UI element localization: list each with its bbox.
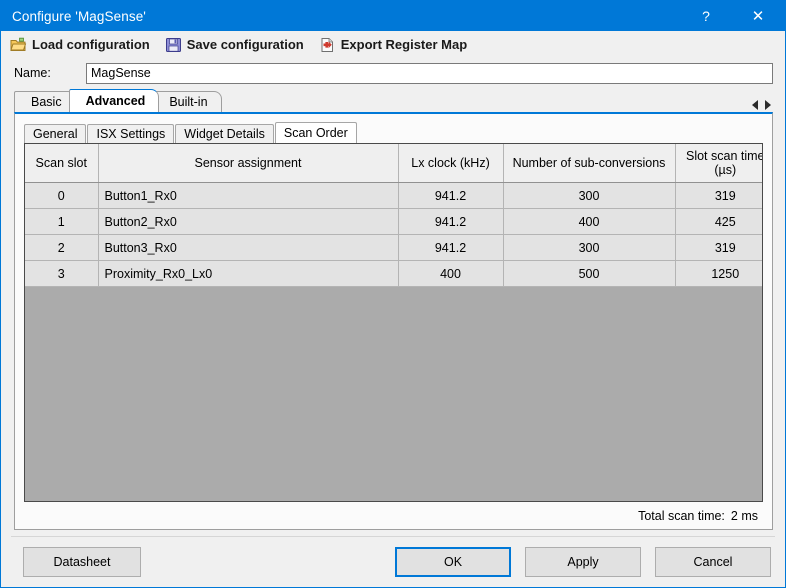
cell-slot-scan-time: 425 [675, 208, 762, 235]
column-header-sensor-assignment[interactable]: Sensor assignment [98, 144, 399, 183]
name-row: Name: [1, 58, 785, 88]
dialog-action-buttons: OK Apply Cancel [395, 547, 771, 577]
configure-dialog-window: Configure 'MagSense' ? ✕ Load configurat… [0, 0, 786, 588]
load-configuration-button[interactable]: Load configuration [10, 34, 150, 56]
cell-sub-conversions: 400 [503, 208, 676, 235]
close-icon[interactable]: ✕ [735, 1, 781, 31]
tab-general-label: General [33, 127, 78, 141]
ok-button[interactable]: OK [395, 547, 511, 577]
dialog-button-bar: Datasheet OK Apply Cancel [1, 537, 785, 587]
table-header-row: Scan slot Sensor assignment Lx clock (kH… [25, 144, 763, 183]
tab-scan-order[interactable]: Scan Order [274, 122, 357, 143]
cell-scan-slot: 0 [25, 182, 99, 209]
cell-scan-slot: 1 [25, 208, 99, 235]
tab-widget-details[interactable]: Widget Details [175, 124, 274, 143]
tab-scroll-left-icon[interactable] [752, 100, 758, 110]
slot-scan-time-line1: Slot scan time [685, 148, 763, 163]
save-configuration-button[interactable]: Save configuration [165, 34, 304, 56]
outer-tab-strip: Basic Advanced Built-in [14, 89, 773, 112]
slot-scan-time-line2: (µs) [714, 163, 737, 177]
floppy-disk-icon [165, 37, 182, 53]
tab-advanced[interactable]: Advanced [68, 89, 160, 112]
help-icon[interactable]: ? [683, 1, 729, 31]
tab-widget-details-label: Widget Details [184, 127, 265, 141]
tab-basic[interactable]: Basic [14, 91, 76, 112]
table-row[interactable]: 3 Proximity_Rx0_Lx0 400 500 1250 [25, 260, 762, 287]
open-folder-icon [10, 37, 27, 53]
table-row[interactable]: 2 Button3_Rx0 941.2 300 319 [25, 234, 762, 261]
tab-scroll-controls [752, 100, 771, 110]
cell-slot-scan-time: 319 [675, 182, 762, 209]
cell-sensor-assignment[interactable]: Button1_Rx0 [98, 182, 399, 209]
cell-slot-scan-time: 319 [675, 234, 762, 261]
column-header-sub-conversions[interactable]: Number of sub-conversions [503, 144, 676, 183]
cell-lx-clock: 941.2 [398, 182, 504, 209]
apply-button[interactable]: Apply [525, 547, 641, 577]
name-label: Name: [14, 66, 51, 80]
cell-lx-clock: 400 [398, 260, 504, 287]
cell-sub-conversions: 300 [503, 182, 676, 209]
cell-sensor-assignment[interactable]: Button3_Rx0 [98, 234, 399, 261]
load-configuration-label: Load configuration [32, 37, 150, 52]
cancel-button[interactable]: Cancel [655, 547, 771, 577]
save-configuration-label: Save configuration [186, 37, 304, 52]
tab-built-in-label: Built-in [169, 95, 208, 109]
column-header-slot-scan-time[interactable]: Slot scan time (µs) [675, 144, 763, 183]
table-row[interactable]: 0 Button1_Rx0 941.2 300 319 [25, 182, 762, 209]
export-register-map-button[interactable]: Export Register Map [319, 34, 467, 56]
datasheet-button[interactable]: Datasheet [23, 547, 141, 577]
cell-sub-conversions: 500 [503, 260, 676, 287]
tab-basic-label: Basic [31, 95, 62, 109]
scan-order-table[interactable]: Scan slot Sensor assignment Lx clock (kH… [24, 143, 763, 502]
cell-sub-conversions: 300 [503, 234, 676, 261]
column-header-lx-clock[interactable]: Lx clock (kHz) [398, 144, 504, 183]
tab-general[interactable]: General [24, 124, 87, 143]
cell-sensor-assignment[interactable]: Button2_Rx0 [98, 208, 399, 235]
column-header-scan-slot[interactable]: Scan slot [25, 144, 99, 183]
window-title: Configure 'MagSense' [12, 8, 146, 24]
tab-isx-settings[interactable]: ISX Settings [87, 124, 175, 143]
total-scan-time-value: 2 ms [730, 508, 758, 523]
cell-lx-clock: 941.2 [398, 208, 504, 235]
table-empty-area [25, 287, 762, 501]
cell-lx-clock: 941.2 [398, 234, 504, 261]
total-scan-time-row: Total scan time: 2 ms [15, 502, 772, 529]
table-body: 0 Button1_Rx0 941.2 300 319 1 Button2_Rx… [25, 182, 762, 287]
inner-tab-strip: General ISX Settings Widget Details Scan… [15, 114, 772, 143]
tab-scroll-right-icon[interactable] [765, 100, 771, 110]
name-input[interactable] [86, 62, 773, 84]
cell-scan-slot: 3 [25, 260, 99, 287]
cell-scan-slot: 2 [25, 234, 99, 261]
advanced-tab-panel: General ISX Settings Widget Details Scan… [14, 112, 773, 530]
tab-advanced-label: Advanced [85, 94, 146, 108]
cell-slot-scan-time: 1250 [675, 260, 762, 287]
export-document-icon [319, 37, 336, 53]
scan-order-grid: Scan slot Sensor assignment Lx clock (kH… [25, 144, 763, 287]
tab-scan-order-label: Scan Order [283, 126, 348, 140]
tab-isx-settings-label: ISX Settings [96, 127, 166, 141]
cell-sensor-assignment[interactable]: Proximity_Rx0_Lx0 [98, 260, 399, 287]
table-row[interactable]: 1 Button2_Rx0 941.2 400 425 [25, 208, 762, 235]
toolbar: Load configuration Save configuration Ex… [1, 31, 785, 58]
title-bar: Configure 'MagSense' ? ✕ [1, 1, 785, 31]
total-scan-time-label: Total scan time: [638, 508, 725, 523]
export-register-map-label: Export Register Map [340, 37, 468, 52]
tab-built-in[interactable]: Built-in [152, 91, 222, 112]
